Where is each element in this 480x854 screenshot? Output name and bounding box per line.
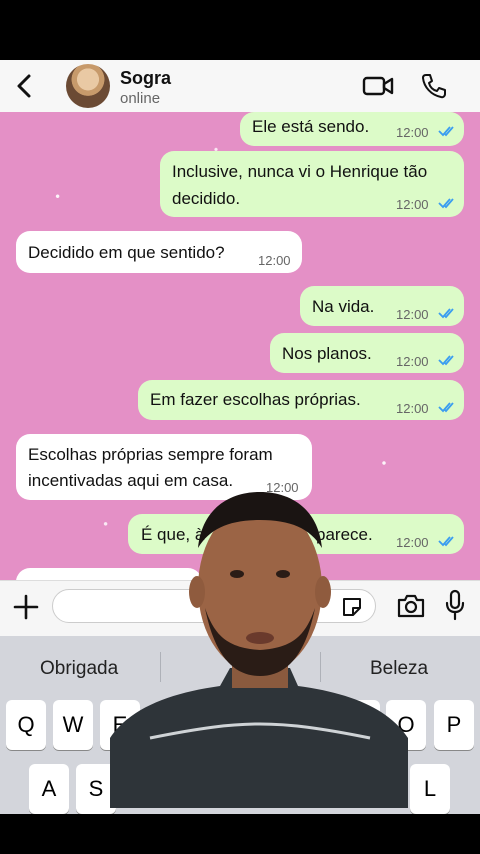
- suggestion-1[interactable]: Obrigada: [40, 658, 118, 680]
- message-text-line1: Escolhas próprias sempre foram: [28, 445, 273, 464]
- key-q[interactable]: Q: [6, 700, 46, 750]
- microphone-icon[interactable]: [444, 589, 466, 621]
- key-l[interactable]: L: [410, 764, 450, 814]
- double-check-icon: [438, 355, 454, 366]
- message-bubble-incoming[interactable]: Decidido em que sentido? 12:00: [16, 231, 302, 273]
- message-bubble-outgoing[interactable]: Na vida. 12:00: [300, 286, 464, 326]
- contact-status: online: [120, 90, 161, 107]
- avatar[interactable]: [66, 64, 110, 108]
- key-a[interactable]: A: [29, 764, 69, 814]
- message-text: Ele está sendo.: [252, 117, 370, 136]
- phone-icon[interactable]: [420, 72, 446, 100]
- message-bubble-outgoing[interactable]: Inclusive, nunca vi o Henrique tão decid…: [160, 151, 464, 217]
- message-text: Na vida.: [312, 297, 375, 316]
- top-black-bar: [0, 0, 480, 60]
- message-time: 12:00: [396, 125, 429, 140]
- message-time: 12:00: [396, 197, 429, 212]
- message-time: 12:00: [396, 307, 429, 322]
- chat-header: Sogra online: [0, 60, 480, 113]
- double-check-icon: [438, 402, 454, 413]
- message-text: Decidido em que sentido?: [28, 243, 225, 262]
- chevron-left-icon[interactable]: [12, 72, 38, 100]
- key-p[interactable]: P: [434, 700, 474, 750]
- message-text-line1: Inclusive, nunca vi o Henrique tão: [172, 162, 428, 181]
- plus-icon[interactable]: [12, 593, 40, 621]
- message-text: Em fazer escolhas próprias.: [150, 390, 361, 409]
- message-text-line2: decidido.: [172, 189, 241, 208]
- double-check-icon: [438, 308, 454, 319]
- presenter-overlay: [110, 492, 408, 808]
- message-text: Nos planos.: [282, 344, 372, 363]
- contact-name[interactable]: Sogra: [120, 68, 171, 89]
- message-time: 12:00: [396, 401, 429, 416]
- message-time: 12:00: [396, 354, 429, 369]
- key-w[interactable]: W: [53, 700, 93, 750]
- message-bubble-outgoing[interactable]: Ele está sendo. 12:00: [240, 112, 464, 146]
- message-bubble-outgoing[interactable]: Em fazer escolhas próprias. 12:00: [138, 380, 464, 420]
- bottom-black-bar: [0, 814, 480, 854]
- double-check-icon: [438, 198, 454, 209]
- message-bubble-outgoing[interactable]: Nos planos. 12:00: [270, 333, 464, 373]
- double-check-icon: [438, 126, 454, 137]
- double-check-icon: [438, 536, 454, 547]
- video-call-icon[interactable]: [362, 74, 394, 98]
- message-time: 12:00: [258, 253, 291, 268]
